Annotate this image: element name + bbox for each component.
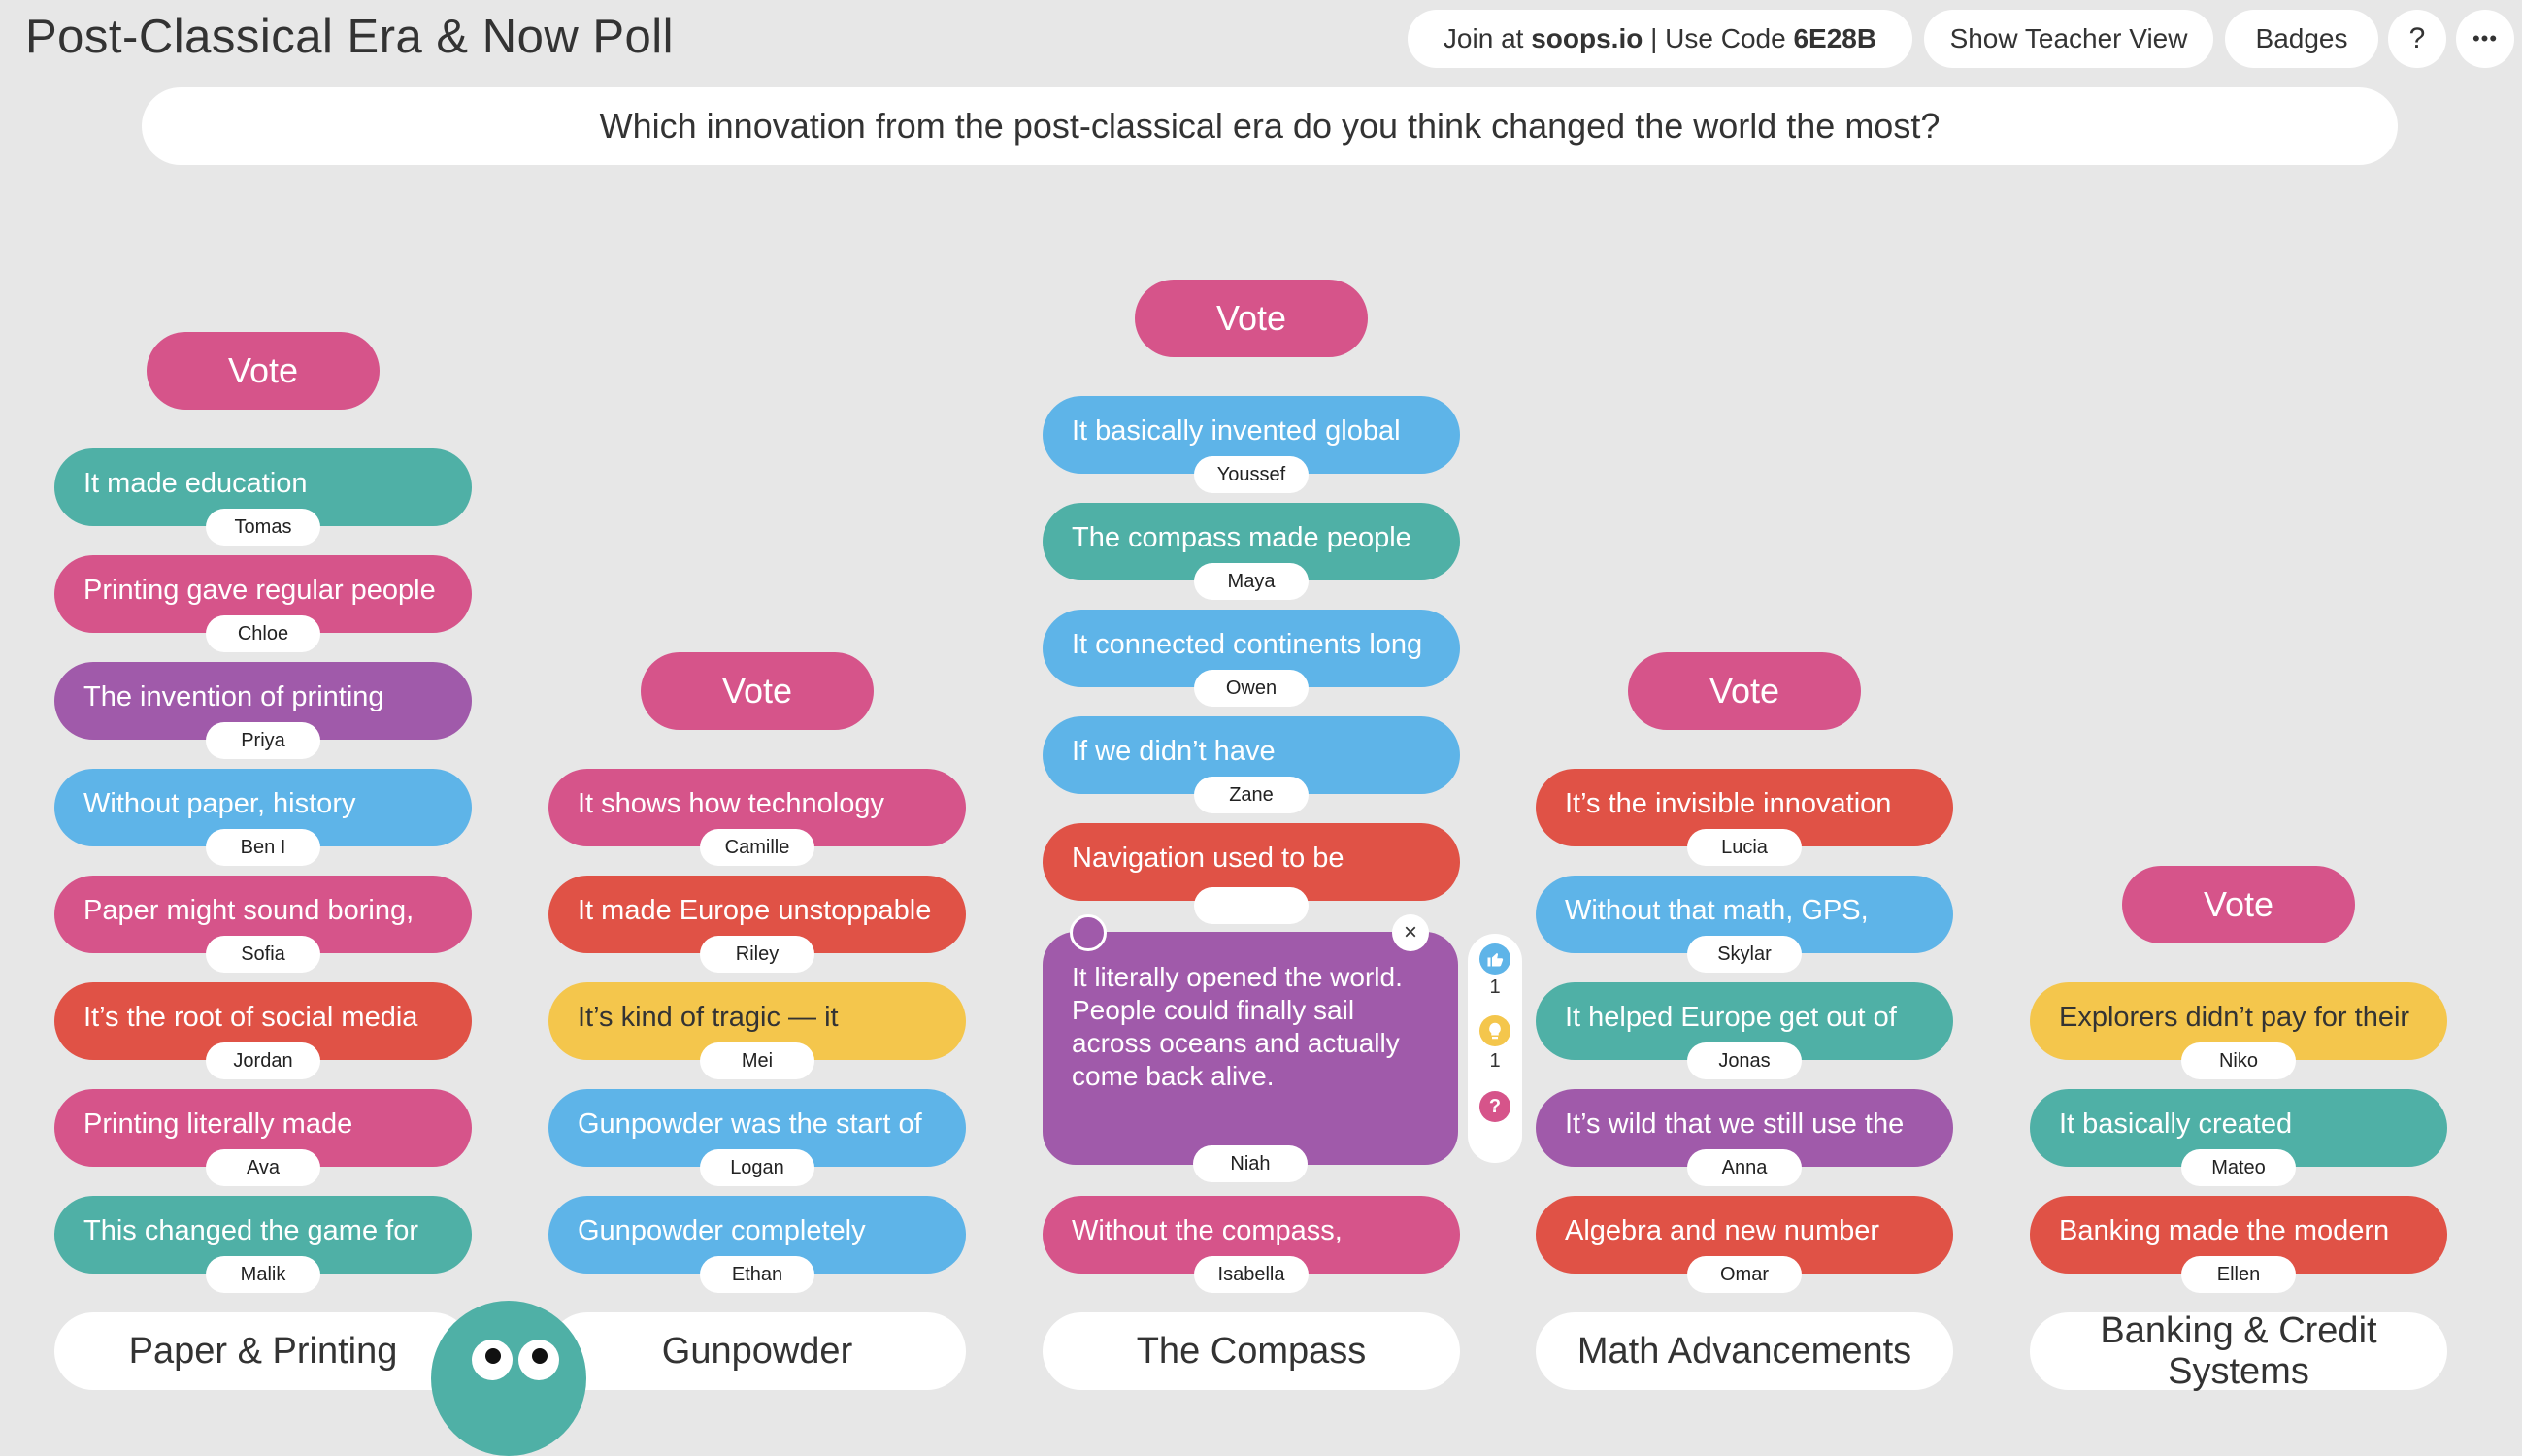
vote-button[interactable]: Vote (2122, 866, 2355, 943)
expanded-response-text: It literally opened the world. People co… (1072, 962, 1403, 1091)
author-pill: Youssef (1194, 456, 1309, 493)
response-text: Gunpowder was the start of (578, 1109, 922, 1140)
idea-count: 1 (1489, 1050, 1501, 1072)
response-text: It shows how technology (578, 788, 884, 819)
category-label: Math Advancements (1536, 1312, 1953, 1390)
author-avatar (1070, 914, 1107, 951)
author-pill-empty (1194, 887, 1309, 924)
page-title: Post-Classical Era & Now Poll (25, 11, 675, 63)
author-pill: Sofia (206, 936, 320, 973)
category-label: The Compass (1043, 1312, 1460, 1390)
mascot-icon (431, 1301, 586, 1456)
response-text: Paper might sound boring, (83, 895, 415, 926)
response-text: It basically invented global (1072, 415, 1401, 447)
response-text: Without paper, history (83, 788, 356, 819)
join-site: soops.io (1531, 23, 1643, 53)
help-button[interactable]: ? (2388, 10, 2446, 68)
close-icon[interactable]: × (1392, 914, 1429, 951)
join-code: 6E28B (1793, 23, 1877, 53)
join-sep: | Use Code (1643, 23, 1794, 53)
response-text: It connected continents long (1072, 629, 1423, 660)
response-text: Algebra and new number (1565, 1215, 1880, 1246)
join-prefix: Join at (1443, 23, 1532, 53)
author-pill: Tomas (206, 509, 320, 546)
author-pill: Mateo (2181, 1149, 2296, 1186)
response-text: Explorers didn’t pay for their (2059, 1002, 2410, 1033)
response-text: It basically created (2059, 1109, 2293, 1140)
category-label: Paper & Printing (54, 1312, 472, 1390)
join-code-button[interactable]: Join at soops.io | Use Code 6E28B (1408, 10, 1912, 68)
author-pill: Niah (1193, 1145, 1308, 1182)
response-text: It’s the invisible innovation (1565, 788, 1892, 819)
author-pill: Logan (700, 1149, 814, 1186)
author-pill: Ethan (700, 1256, 814, 1293)
author-pill: Niko (2181, 1042, 2296, 1079)
category-label: Gunpowder (548, 1312, 966, 1390)
poll-question: Which innovation from the post-classical… (142, 87, 2398, 165)
vote-button[interactable]: Vote (147, 332, 380, 410)
author-pill: Mei (700, 1042, 814, 1079)
response-text: Without the compass, (1072, 1215, 1343, 1246)
response-text: Printing literally made (83, 1109, 353, 1140)
author-pill: Ben I (206, 829, 320, 866)
author-pill: Priya (206, 722, 320, 759)
response-text: The invention of printing (83, 681, 384, 712)
response-text: This changed the game for (83, 1215, 418, 1246)
author-pill: Ava (206, 1149, 320, 1186)
author-pill: Zane (1194, 777, 1309, 813)
show-teacher-view-button[interactable]: Show Teacher View (1924, 10, 2213, 68)
expanded-response-card[interactable]: It literally opened the world. People co… (1043, 932, 1458, 1165)
thumbs-up-icon[interactable] (1479, 943, 1510, 975)
author-pill: Jonas (1687, 1042, 1802, 1079)
more-options-button[interactable]: ••• (2456, 10, 2514, 68)
author-pill: Jordan (206, 1042, 320, 1079)
vote-button[interactable]: Vote (641, 652, 874, 730)
response-text: It helped Europe get out of (1565, 1002, 1897, 1033)
badges-button[interactable]: Badges (2225, 10, 2378, 68)
author-pill: Ellen (2181, 1256, 2296, 1293)
response-text: The compass made people (1072, 522, 1411, 553)
author-pill: Malik (206, 1256, 320, 1293)
author-pill: Lucia (1687, 829, 1802, 866)
lightbulb-icon[interactable] (1479, 1015, 1510, 1046)
response-text: Printing gave regular people (83, 575, 436, 606)
category-label: Banking & Credit Systems (2030, 1310, 2447, 1392)
response-text: It made Europe unstoppable (578, 895, 932, 926)
response-text: Banking made the modern (2059, 1215, 2390, 1246)
author-pill: Isabella (1194, 1256, 1309, 1293)
author-pill: Owen (1194, 670, 1309, 707)
vote-button[interactable]: Vote (1135, 280, 1368, 357)
like-count: 1 (1489, 976, 1501, 998)
question-icon[interactable]: ? (1479, 1091, 1510, 1122)
author-pill: Skylar (1687, 936, 1802, 973)
author-pill: Maya (1194, 563, 1309, 600)
author-pill: Riley (700, 936, 814, 973)
response-text: Navigation used to be (1072, 843, 1344, 874)
author-pill: Omar (1687, 1256, 1802, 1293)
vote-button[interactable]: Vote (1628, 652, 1861, 730)
response-text: Gunpowder completely (578, 1215, 866, 1246)
author-pill: Chloe (206, 615, 320, 652)
author-pill: Camille (700, 829, 814, 866)
response-text: If we didn’t have (1072, 736, 1276, 767)
response-text: It’s the root of social media (83, 1002, 418, 1033)
response-text: It’s wild that we still use the (1565, 1109, 1905, 1140)
author-pill: Anna (1687, 1149, 1802, 1186)
response-text: It’s kind of tragic — it (578, 1002, 839, 1033)
response-text: Without that math, GPS, (1565, 895, 1869, 926)
response-text: It made education (83, 468, 308, 499)
